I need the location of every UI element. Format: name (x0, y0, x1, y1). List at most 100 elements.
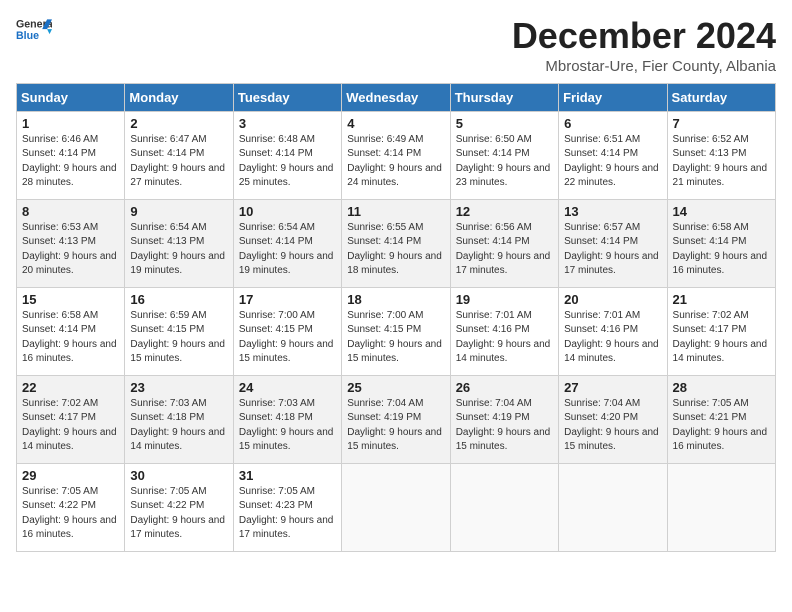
day-number: 12 (456, 204, 553, 219)
day-number: 31 (239, 468, 336, 483)
svg-text:Blue: Blue (16, 30, 39, 42)
cell-info: Sunrise: 7:01 AMSunset: 4:16 PMDaylight:… (456, 309, 553, 367)
cell-info: Sunrise: 7:01 AMSunset: 4:16 PMDaylight:… (564, 309, 661, 367)
day-number: 20 (564, 292, 661, 307)
day-number: 15 (22, 292, 119, 307)
calendar-cell-day-3: 3 Sunrise: 6:48 AMSunset: 4:14 PMDaylight… (233, 111, 341, 199)
cell-info: Sunrise: 7:05 AMSunset: 4:22 PMDaylight:… (22, 485, 119, 543)
calendar-cell-day-17: 17 Sunrise: 7:00 AMSunset: 4:15 PMDayligh… (233, 287, 341, 375)
calendar-body: 1 Sunrise: 6:46 AMSunset: 4:14 PMDaylight… (17, 111, 776, 551)
cell-info: Sunrise: 6:46 AMSunset: 4:14 PMDaylight:… (22, 133, 119, 191)
day-number: 2 (130, 116, 227, 131)
cell-info: Sunrise: 7:05 AMSunset: 4:21 PMDaylight:… (673, 397, 770, 455)
cell-info: Sunrise: 7:02 AMSunset: 4:17 PMDaylight:… (22, 397, 119, 455)
title-area: December 2024 Mbrostar-Ure, Fier County,… (512, 16, 776, 75)
location-subtitle: Mbrostar-Ure, Fier County, Albania (512, 58, 776, 75)
day-number: 25 (347, 380, 444, 395)
day-number: 5 (456, 116, 553, 131)
day-number: 14 (673, 204, 770, 219)
empty-cell (667, 463, 775, 551)
day-number: 16 (130, 292, 227, 307)
cell-info: Sunrise: 7:05 AMSunset: 4:23 PMDaylight:… (239, 485, 336, 543)
cell-info: Sunrise: 7:04 AMSunset: 4:19 PMDaylight:… (347, 397, 444, 455)
day-number: 27 (564, 380, 661, 395)
day-number: 7 (673, 116, 770, 131)
logo: General Blue (16, 16, 52, 44)
cell-info: Sunrise: 6:54 AMSunset: 4:13 PMDaylight:… (130, 221, 227, 279)
cell-info: Sunrise: 7:03 AMSunset: 4:18 PMDaylight:… (130, 397, 227, 455)
day-number: 17 (239, 292, 336, 307)
header: General Blue December 2024 Mbrostar-Ure,… (16, 16, 776, 75)
cell-info: Sunrise: 6:54 AMSunset: 4:14 PMDaylight:… (239, 221, 336, 279)
cell-info: Sunrise: 6:55 AMSunset: 4:14 PMDaylight:… (347, 221, 444, 279)
day-number: 21 (673, 292, 770, 307)
day-header-thursday: Thursday (450, 83, 558, 111)
calendar-cell-day-20: 20 Sunrise: 7:01 AMSunset: 4:16 PMDayligh… (559, 287, 667, 375)
empty-cell (450, 463, 558, 551)
calendar-table: SundayMondayTuesdayWednesdayThursdayFrid… (16, 83, 776, 552)
day-number: 24 (239, 380, 336, 395)
day-header-saturday: Saturday (667, 83, 775, 111)
calendar-cell-day-24: 24 Sunrise: 7:03 AMSunset: 4:18 PMDayligh… (233, 375, 341, 463)
day-number: 23 (130, 380, 227, 395)
calendar-cell-day-12: 12 Sunrise: 6:56 AMSunset: 4:14 PMDayligh… (450, 199, 558, 287)
calendar-cell-day-27: 27 Sunrise: 7:04 AMSunset: 4:20 PMDayligh… (559, 375, 667, 463)
calendar-cell-day-10: 10 Sunrise: 6:54 AMSunset: 4:14 PMDayligh… (233, 199, 341, 287)
calendar-cell-day-2: 2Sunrise: 6:47 AMSunset: 4:14 PMDaylight… (125, 111, 233, 199)
day-header-monday: Monday (125, 83, 233, 111)
calendar-week-1: 1 Sunrise: 6:46 AMSunset: 4:14 PMDaylight… (17, 111, 776, 199)
cell-info: Sunrise: 6:51 AMSunset: 4:14 PMDaylight:… (564, 133, 661, 191)
calendar-cell-day-14: 14 Sunrise: 6:58 AMSunset: 4:14 PMDayligh… (667, 199, 775, 287)
day-header-wednesday: Wednesday (342, 83, 450, 111)
empty-cell (559, 463, 667, 551)
calendar-cell-day-15: 15 Sunrise: 6:58 AMSunset: 4:14 PMDayligh… (17, 287, 125, 375)
day-number: 3 (239, 116, 336, 131)
calendar-cell-day-16: 16 Sunrise: 6:59 AMSunset: 4:15 PMDayligh… (125, 287, 233, 375)
cell-info: Sunrise: 6:52 AMSunset: 4:13 PMDaylight:… (673, 133, 770, 191)
calendar-cell-day-25: 25 Sunrise: 7:04 AMSunset: 4:19 PMDayligh… (342, 375, 450, 463)
day-number: 22 (22, 380, 119, 395)
calendar-week-5: 29Sunrise: 7:05 AMSunset: 4:22 PMDayligh… (17, 463, 776, 551)
day-number: 26 (456, 380, 553, 395)
calendar-cell-day-13: 13 Sunrise: 6:57 AMSunset: 4:14 PMDayligh… (559, 199, 667, 287)
cell-info: Sunrise: 6:56 AMSunset: 4:14 PMDaylight:… (456, 221, 553, 279)
calendar-cell-day-19: 19 Sunrise: 7:01 AMSunset: 4:16 PMDayligh… (450, 287, 558, 375)
day-number: 10 (239, 204, 336, 219)
calendar-week-2: 8Sunrise: 6:53 AMSunset: 4:13 PMDaylight… (17, 199, 776, 287)
empty-cell (342, 463, 450, 551)
cell-info: Sunrise: 6:50 AMSunset: 4:14 PMDaylight:… (456, 133, 553, 191)
day-header-sunday: Sunday (17, 83, 125, 111)
calendar-cell-day-9: 9Sunrise: 6:54 AMSunset: 4:13 PMDaylight… (125, 199, 233, 287)
day-number: 8 (22, 204, 119, 219)
calendar-cell-day-7: 7 Sunrise: 6:52 AMSunset: 4:13 PMDaylight… (667, 111, 775, 199)
cell-info: Sunrise: 6:58 AMSunset: 4:14 PMDaylight:… (22, 309, 119, 367)
cell-info: Sunrise: 7:00 AMSunset: 4:15 PMDaylight:… (239, 309, 336, 367)
calendar-cell-day-4: 4Sunrise: 6:49 AMSunset: 4:14 PMDaylight… (342, 111, 450, 199)
calendar-cell-day-11: 11Sunrise: 6:55 AMSunset: 4:14 PMDayligh… (342, 199, 450, 287)
cell-info: Sunrise: 6:49 AMSunset: 4:14 PMDaylight:… (347, 133, 444, 191)
cell-info: Sunrise: 7:00 AMSunset: 4:15 PMDaylight:… (347, 309, 444, 367)
cell-info: Sunrise: 7:04 AMSunset: 4:19 PMDaylight:… (456, 397, 553, 455)
logo-icon: General Blue (16, 16, 52, 44)
cell-info: Sunrise: 7:03 AMSunset: 4:18 PMDaylight:… (239, 397, 336, 455)
calendar-cell-day-6: 6Sunrise: 6:51 AMSunset: 4:14 PMDaylight… (559, 111, 667, 199)
cell-info: Sunrise: 6:48 AMSunset: 4:14 PMDaylight:… (239, 133, 336, 191)
day-number: 13 (564, 204, 661, 219)
calendar-cell-day-23: 23 Sunrise: 7:03 AMSunset: 4:18 PMDayligh… (125, 375, 233, 463)
calendar-cell-day-8: 8Sunrise: 6:53 AMSunset: 4:13 PMDaylight… (17, 199, 125, 287)
calendar-cell-day-22: 22 Sunrise: 7:02 AMSunset: 4:17 PMDayligh… (17, 375, 125, 463)
calendar-cell-day-29: 29Sunrise: 7:05 AMSunset: 4:22 PMDayligh… (17, 463, 125, 551)
cell-info: Sunrise: 6:57 AMSunset: 4:14 PMDaylight:… (564, 221, 661, 279)
cell-info: Sunrise: 6:58 AMSunset: 4:14 PMDaylight:… (673, 221, 770, 279)
calendar-cell-day-5: 5 Sunrise: 6:50 AMSunset: 4:14 PMDaylight… (450, 111, 558, 199)
calendar-cell-day-1: 1 Sunrise: 6:46 AMSunset: 4:14 PMDaylight… (17, 111, 125, 199)
calendar-cell-day-30: 30Sunrise: 7:05 AMSunset: 4:22 PMDayligh… (125, 463, 233, 551)
day-number: 28 (673, 380, 770, 395)
day-header-tuesday: Tuesday (233, 83, 341, 111)
calendar-header-row: SundayMondayTuesdayWednesdayThursdayFrid… (17, 83, 776, 111)
day-number: 1 (22, 116, 119, 131)
cell-info: Sunrise: 7:04 AMSunset: 4:20 PMDaylight:… (564, 397, 661, 455)
day-number: 19 (456, 292, 553, 307)
day-number: 30 (130, 468, 227, 483)
cell-info: Sunrise: 6:59 AMSunset: 4:15 PMDaylight:… (130, 309, 227, 367)
